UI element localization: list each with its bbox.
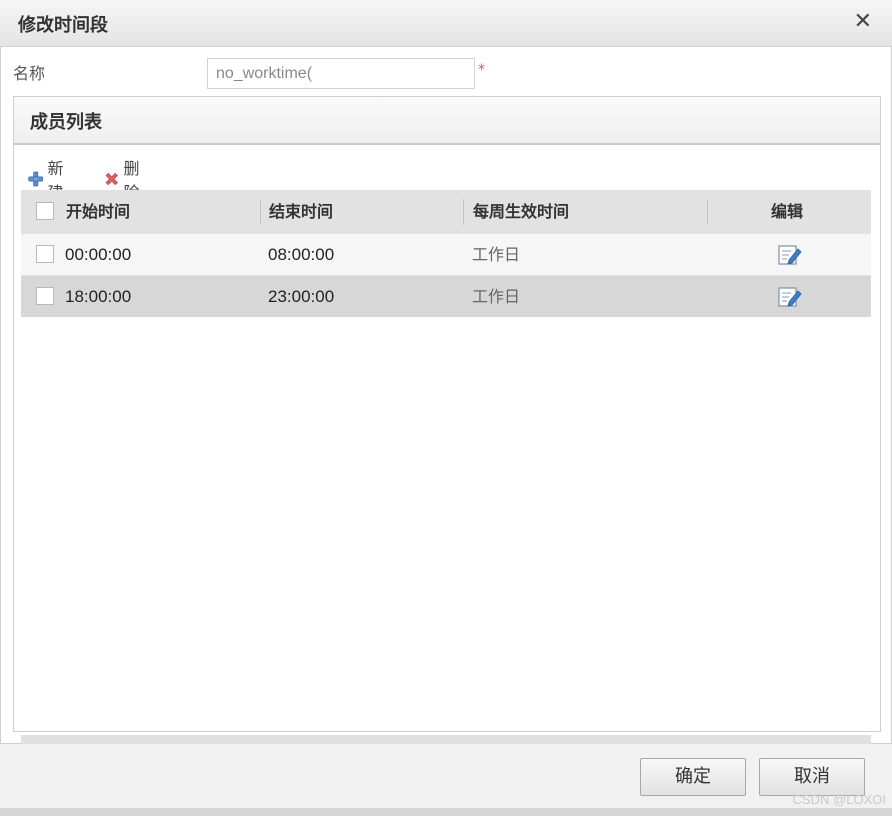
row-end-time: 23:00:00: [268, 287, 335, 306]
dialog: 修改时间段 ✕ 名称 no_worktime( * 成员列表 新建: [0, 0, 892, 816]
dialog-button-bar: 确定 取消: [0, 744, 892, 808]
row-weekday: 工作日: [472, 245, 521, 264]
dialog-body: 名称 no_worktime( * 成员列表 新建: [0, 47, 892, 773]
dialog-titlebar: 修改时间段 ✕: [0, 0, 892, 47]
name-label: 名称: [13, 64, 46, 83]
required-mark: *: [478, 62, 485, 78]
row-checkbox[interactable]: [36, 245, 54, 263]
panel-header: 成员列表: [14, 97, 880, 145]
select-all-checkbox[interactable]: [36, 202, 54, 220]
column-header-start[interactable]: 开始时间: [66, 190, 130, 234]
column-divider[interactable]: [463, 199, 464, 225]
ok-button[interactable]: 确定: [640, 758, 746, 796]
watermark: CSDN @LOXOI: [792, 792, 886, 807]
column-divider[interactable]: [260, 199, 261, 225]
column-header-edit: 编辑: [771, 202, 804, 221]
row-end-time: 08:00:00: [268, 245, 335, 264]
bottom-strip: [0, 808, 892, 816]
column-divider[interactable]: [707, 199, 708, 225]
row-weekday: 工作日: [472, 287, 521, 306]
grid-header: 开始时间 结束时间 每周生效时间 编辑: [21, 190, 871, 234]
column-header-weekday[interactable]: 每周生效时间: [473, 190, 569, 234]
name-input[interactable]: no_worktime(: [207, 58, 475, 89]
dialog-title: 修改时间段: [18, 15, 108, 36]
column-header-end[interactable]: 结束时间: [269, 190, 333, 234]
row-start-time: 00:00:00: [65, 245, 132, 264]
panel-title: 成员列表: [30, 112, 102, 133]
edit-icon[interactable]: [778, 244, 802, 266]
edit-icon[interactable]: [778, 286, 802, 308]
plus-icon: [28, 171, 44, 187]
row-start-time: 18:00:00: [65, 287, 132, 306]
x-icon: [105, 172, 118, 186]
close-icon[interactable]: ✕: [854, 9, 872, 35]
row-checkbox[interactable]: [36, 287, 54, 305]
member-list-panel: 成员列表 新建 删除: [13, 96, 881, 773]
cancel-button[interactable]: 取消: [759, 758, 865, 796]
table-row[interactable]: 18:00:00 23:00:00 工作日: [21, 276, 871, 317]
table-row[interactable]: 00:00:00 08:00:00 工作日: [21, 234, 871, 276]
